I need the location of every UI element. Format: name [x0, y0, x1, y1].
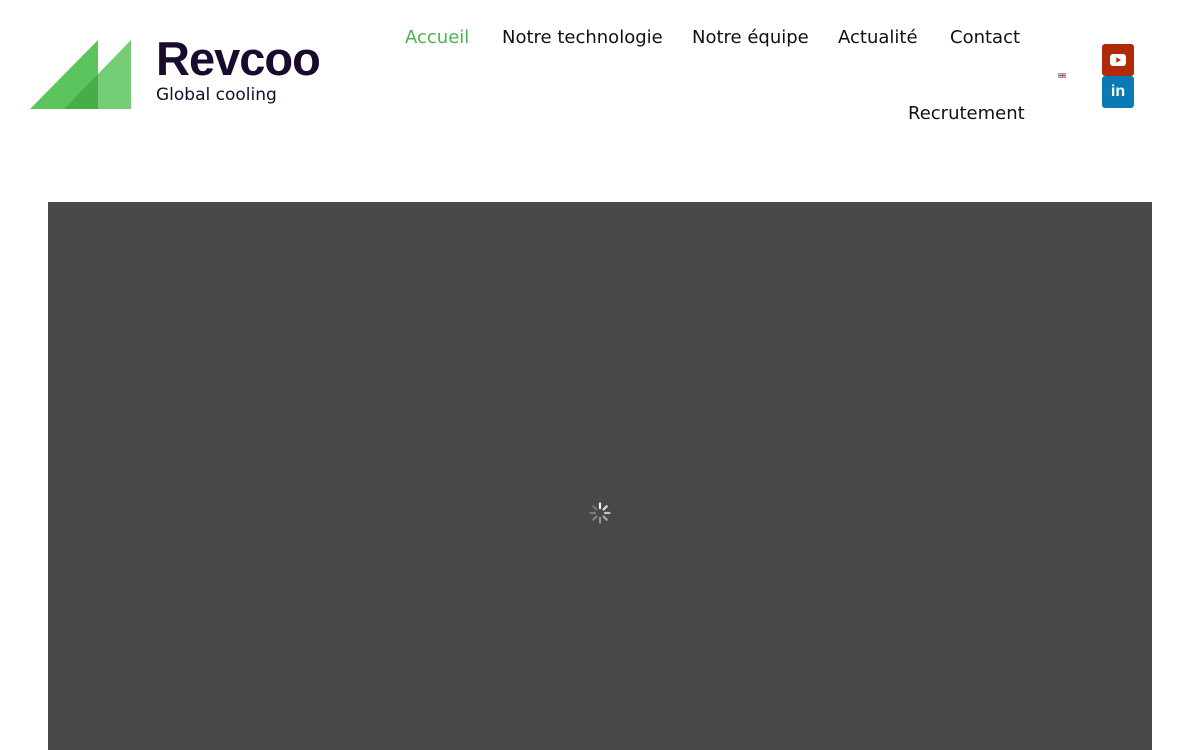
nav-item-accueil[interactable]: Accueil [405, 29, 469, 47]
logo-title: Revcoo [156, 32, 321, 85]
page: Revcoo Global cooling Accueil Notre tech… [0, 0, 1200, 750]
linkedin-icon: in [1110, 83, 1126, 100]
site-logo[interactable]: Revcoo Global cooling [30, 32, 350, 112]
nav-item-contact[interactable]: Contact [950, 29, 1020, 47]
nav-item-notre-technologie[interactable]: Notre technologie [502, 29, 663, 47]
loading-spinner-icon [589, 502, 611, 524]
logo-triangles-icon [30, 40, 131, 109]
nav-item-recrutement[interactable]: Recrutement [908, 105, 1025, 123]
uk-flag-icon[interactable] [1058, 73, 1066, 78]
linkedin-button[interactable]: in [1102, 76, 1134, 108]
hero-video-area[interactable] [48, 202, 1152, 750]
youtube-icon [1110, 54, 1126, 66]
logo-tagline: Global cooling [156, 85, 277, 105]
nav-item-notre-equipe[interactable]: Notre équipe [692, 29, 809, 47]
nav-item-actualite[interactable]: Actualité [838, 29, 918, 47]
youtube-button[interactable] [1102, 44, 1134, 76]
